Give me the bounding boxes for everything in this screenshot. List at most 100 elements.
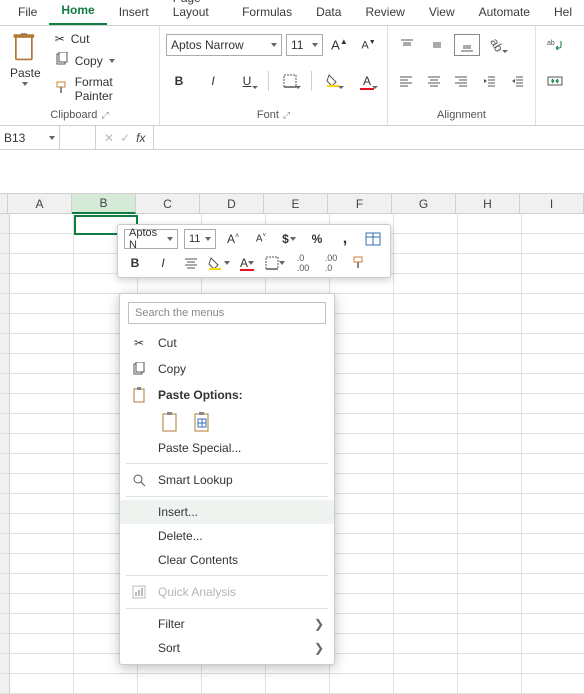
- cell[interactable]: [330, 294, 394, 314]
- cell[interactable]: [10, 594, 74, 614]
- cell[interactable]: [10, 434, 74, 454]
- dialog-launcher-icon[interactable]: ⤢: [283, 110, 290, 121]
- tab-view[interactable]: View: [417, 1, 467, 25]
- dialog-launcher-icon[interactable]: ⤢: [101, 110, 108, 121]
- cell[interactable]: [10, 654, 74, 674]
- mini-format-painter[interactable]: [348, 253, 370, 273]
- cell[interactable]: [458, 294, 522, 314]
- cell[interactable]: [522, 634, 584, 654]
- cell[interactable]: [330, 454, 394, 474]
- cell[interactable]: [330, 594, 394, 614]
- row-header[interactable]: [0, 474, 10, 494]
- col-header-I[interactable]: I: [520, 194, 584, 214]
- cell[interactable]: [138, 674, 202, 694]
- row-header[interactable]: [0, 534, 10, 554]
- mini-font-color[interactable]: A: [236, 253, 258, 273]
- menu-paste-special[interactable]: Paste Special...: [120, 436, 334, 460]
- cell[interactable]: [394, 474, 458, 494]
- col-header-G[interactable]: G: [392, 194, 456, 214]
- cell[interactable]: [330, 374, 394, 394]
- mini-percent-format[interactable]: %: [306, 229, 328, 249]
- increase-indent-button[interactable]: [505, 70, 529, 92]
- cell[interactable]: [10, 334, 74, 354]
- cell[interactable]: [330, 554, 394, 574]
- cell[interactable]: [522, 334, 584, 354]
- tab-formulas[interactable]: Formulas: [230, 1, 304, 25]
- cell[interactable]: [394, 634, 458, 654]
- tab-home[interactable]: Home: [49, 0, 106, 25]
- cell[interactable]: [394, 574, 458, 594]
- cell[interactable]: [458, 674, 522, 694]
- col-header-E[interactable]: E: [264, 194, 328, 214]
- cell[interactable]: [522, 454, 584, 474]
- cell[interactable]: [522, 534, 584, 554]
- tab-insert[interactable]: Insert: [107, 1, 161, 25]
- row-header[interactable]: [0, 414, 10, 434]
- mini-italic[interactable]: I: [152, 253, 174, 273]
- cell[interactable]: [394, 214, 458, 234]
- cell[interactable]: [10, 454, 74, 474]
- cell[interactable]: [458, 234, 522, 254]
- cell[interactable]: [522, 474, 584, 494]
- align-middle-button[interactable]: [424, 34, 450, 56]
- cell[interactable]: [522, 294, 584, 314]
- cell[interactable]: [458, 614, 522, 634]
- cell[interactable]: [522, 354, 584, 374]
- tab-data[interactable]: Data: [304, 1, 353, 25]
- col-header-D[interactable]: D: [200, 194, 264, 214]
- cell[interactable]: [202, 674, 266, 694]
- cell[interactable]: [330, 674, 394, 694]
- cell[interactable]: [330, 514, 394, 534]
- cell[interactable]: [330, 634, 394, 654]
- cell[interactable]: [458, 534, 522, 554]
- cell[interactable]: [10, 214, 74, 234]
- enter-formula-button[interactable]: ✓: [120, 131, 130, 145]
- mini-border[interactable]: [264, 253, 286, 273]
- cell[interactable]: [394, 374, 458, 394]
- row-header[interactable]: [0, 294, 10, 314]
- row-header[interactable]: [0, 254, 10, 274]
- bold-button[interactable]: B: [166, 70, 192, 92]
- cell[interactable]: [330, 434, 394, 454]
- cell[interactable]: [330, 414, 394, 434]
- paste-button[interactable]: Paste: [6, 30, 45, 107]
- font-name-combo[interactable]: Aptos Narrow: [166, 34, 282, 56]
- tab-page-layout[interactable]: Page Layout: [161, 0, 230, 25]
- cell[interactable]: [458, 454, 522, 474]
- align-bottom-button[interactable]: [454, 34, 480, 56]
- tab-file[interactable]: File: [6, 1, 49, 25]
- cell[interactable]: [10, 494, 74, 514]
- row-header[interactable]: [0, 274, 10, 294]
- align-top-button[interactable]: [394, 34, 420, 56]
- menu-search-input[interactable]: Search the menus: [128, 302, 326, 324]
- font-color-button[interactable]: A: [354, 70, 380, 92]
- cell[interactable]: [522, 314, 584, 334]
- decrease-indent-button[interactable]: [477, 70, 501, 92]
- cell[interactable]: [10, 394, 74, 414]
- row-header[interactable]: [0, 314, 10, 334]
- cell[interactable]: [330, 354, 394, 374]
- formula-input[interactable]: [154, 126, 584, 149]
- row-header[interactable]: [0, 214, 10, 234]
- col-header-H[interactable]: H: [456, 194, 520, 214]
- cell[interactable]: [394, 514, 458, 534]
- cell[interactable]: [458, 514, 522, 534]
- copy-button[interactable]: Copy: [51, 50, 153, 71]
- mini-increase-font[interactable]: A˄: [222, 229, 244, 249]
- cell[interactable]: [74, 674, 138, 694]
- wrap-text-button[interactable]: ab: [542, 34, 568, 56]
- cancel-formula-button[interactable]: ✕: [104, 131, 114, 145]
- merge-center-button[interactable]: [542, 70, 568, 92]
- cell[interactable]: [394, 414, 458, 434]
- cell[interactable]: [10, 574, 74, 594]
- border-button[interactable]: [277, 70, 303, 92]
- cell[interactable]: [458, 654, 522, 674]
- cell[interactable]: [330, 494, 394, 514]
- cell[interactable]: [522, 414, 584, 434]
- increase-font-button[interactable]: A▲: [327, 34, 352, 56]
- cell[interactable]: [522, 374, 584, 394]
- cell[interactable]: [394, 314, 458, 334]
- cell[interactable]: [394, 674, 458, 694]
- cell[interactable]: [394, 274, 458, 294]
- menu-delete[interactable]: Delete...: [120, 524, 334, 548]
